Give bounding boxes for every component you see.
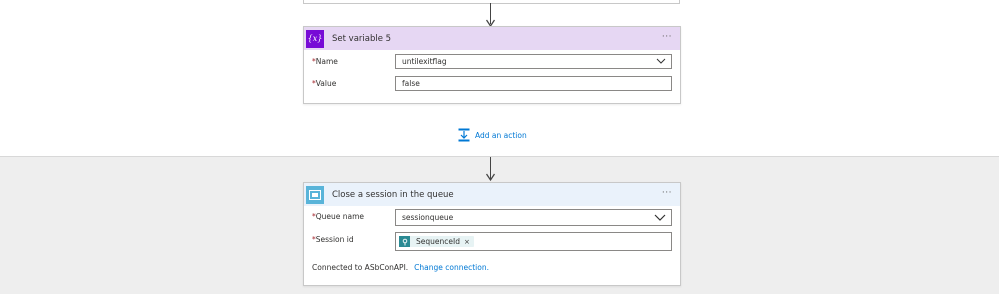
close-session-header[interactable]: Close a session in the queue ··· xyxy=(304,183,680,206)
token-label: SequenceId xyxy=(416,237,460,246)
queue-name-value: sessionqueue xyxy=(402,213,454,222)
value-input[interactable]: false xyxy=(395,76,672,91)
name-label: *Name xyxy=(312,57,338,66)
variable-icon: {x} xyxy=(306,29,324,48)
close-session-card[interactable]: Close a session in the queue ··· *Queue … xyxy=(303,182,681,286)
connector-arrow-icon xyxy=(486,173,495,182)
set-variable-title: Set variable 5 xyxy=(332,33,392,44)
token-remove-icon[interactable]: × xyxy=(464,238,470,246)
value-field-row: *Value false xyxy=(312,76,672,93)
value-label: *Value xyxy=(312,79,337,88)
more-options-icon[interactable]: ··· xyxy=(662,32,672,42)
service-bus-icon xyxy=(306,185,324,204)
queue-name-row: *Queue name sessionqueue xyxy=(312,209,672,226)
previous-action-card[interactable] xyxy=(303,0,680,4)
connection-footer: Connected to ASbConAPI. Change connection… xyxy=(312,263,489,272)
name-dropdown[interactable]: untilexitflag xyxy=(395,54,672,69)
name-value: untilexitflag xyxy=(402,57,447,66)
dynamic-content-token[interactable]: SequenceId × xyxy=(399,236,474,247)
queue-name-label: *Queue name xyxy=(312,212,365,221)
set-variable-header[interactable]: {x} Set variable 5 ··· xyxy=(304,27,680,50)
chevron-down-icon xyxy=(656,58,666,64)
add-action-icon xyxy=(458,128,470,142)
connected-text: Connected to ASbConAPI. xyxy=(312,263,409,272)
set-variable-card[interactable]: {x} Set variable 5 ··· *Name untilexitfl… xyxy=(303,26,681,104)
session-id-row: *Session id SequenceId × xyxy=(312,232,672,251)
add-action-label: Add an action xyxy=(475,130,527,140)
close-session-title: Close a session in the queue xyxy=(332,189,454,200)
queue-name-dropdown[interactable]: sessionqueue xyxy=(395,209,672,226)
more-options-icon[interactable]: ··· xyxy=(662,188,672,198)
variable-token-icon xyxy=(399,236,410,247)
session-id-label: *Session id xyxy=(312,235,354,244)
change-connection-link[interactable]: Change connection. xyxy=(414,263,489,272)
chevron-down-icon xyxy=(654,214,666,221)
add-action-button[interactable]: Add an action xyxy=(458,128,527,142)
name-field-row: *Name untilexitflag xyxy=(312,54,672,71)
value-text: false xyxy=(402,79,420,88)
session-id-input[interactable]: SequenceId × xyxy=(395,232,672,251)
